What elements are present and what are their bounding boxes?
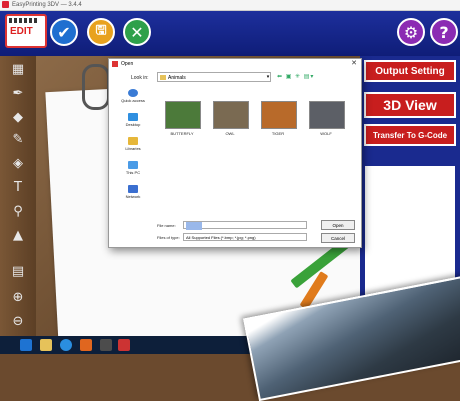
desktop-icon xyxy=(128,113,138,121)
zoom-out-icon[interactable]: ⊖ xyxy=(8,312,28,330)
output-setting-button[interactable]: Output Setting xyxy=(364,60,456,82)
start-icon[interactable] xyxy=(20,339,32,351)
dialog-icon xyxy=(112,61,118,67)
file-name: OWL xyxy=(225,131,235,136)
look-in-value: Animals xyxy=(168,75,186,81)
select-icon[interactable]: ▦ xyxy=(8,60,28,78)
folder-icon xyxy=(160,75,166,80)
file-name: BUTTERFLY xyxy=(170,131,194,136)
zoom-in-icon[interactable]: ⊕ xyxy=(8,288,28,306)
dialog-titlebar: Open ✕ xyxy=(109,59,361,69)
pen-icon[interactable]: ✒ xyxy=(8,84,28,102)
file-thumbnail[interactable] xyxy=(165,101,201,129)
close-icon: ✕ xyxy=(130,22,144,42)
file-thumbnail[interactable] xyxy=(261,101,297,129)
paper-clip xyxy=(82,64,110,110)
close-icon[interactable]: ✕ xyxy=(351,59,357,69)
look-in-label: Look in: xyxy=(131,75,149,81)
checkmark-icon: ✔ xyxy=(57,22,71,42)
star-icon xyxy=(128,89,138,97)
computer-icon xyxy=(128,161,138,169)
file-list: BUTTERFLY OWL TIGER WOLF xyxy=(157,85,355,205)
library-icon xyxy=(128,137,138,145)
transfer-gcode-button[interactable]: Transfer To G-Code xyxy=(364,124,456,146)
3d-view-button[interactable]: 3D View xyxy=(364,92,456,118)
cancel-dialog-button[interactable]: Cancel xyxy=(321,233,355,243)
place-libraries[interactable]: Libraries xyxy=(113,137,153,151)
navigation-icons[interactable]: ⬅ ▣ ✳ ▤▾ xyxy=(277,73,314,80)
open-file-dialog: Open ✕ Look in: Animals ▾ ⬅ ▣ ✳ ▤▾ Quick… xyxy=(108,58,362,248)
settings-button[interactable]: ⚙ xyxy=(397,18,425,46)
place-network[interactable]: Network xyxy=(113,185,153,199)
file-name: WOLF xyxy=(320,131,332,136)
edit-logo: EDIT xyxy=(5,14,47,48)
file-name: TIGER xyxy=(271,131,285,136)
cancel-button[interactable]: ✕ xyxy=(123,18,151,46)
file-type-dropdown[interactable]: All Supported Files (*.bmp; *.jpg; *.png… xyxy=(183,233,307,241)
app-icon xyxy=(2,1,9,8)
browser-icon[interactable] xyxy=(60,339,72,351)
explorer-icon[interactable] xyxy=(40,339,52,351)
eraser-icon[interactable]: ◆ xyxy=(8,108,28,126)
file-type-label: Files of type: xyxy=(157,235,180,240)
help-icon: ? xyxy=(439,22,449,42)
network-icon xyxy=(128,185,138,193)
open-button[interactable]: Open xyxy=(321,220,355,230)
selected-text: xxxxxx xyxy=(186,222,202,230)
gear-icon: ⚙ xyxy=(403,22,419,42)
help-button[interactable]: ? xyxy=(430,18,458,46)
app-icon[interactable] xyxy=(118,339,130,351)
app-icon[interactable] xyxy=(80,339,92,351)
places-bar: Quick access Desktop Libraries This PC N… xyxy=(113,85,153,205)
magnify-icon[interactable]: ⚲ xyxy=(8,202,28,220)
place-desktop[interactable]: Desktop xyxy=(113,113,153,127)
layers-icon[interactable]: ▤ xyxy=(8,262,28,280)
confirm-button[interactable]: ✔ xyxy=(50,18,78,46)
look-in-dropdown[interactable]: Animals xyxy=(157,72,271,82)
place-this-pc[interactable]: This PC xyxy=(113,161,153,175)
chevron-down-icon[interactable]: ▾ xyxy=(265,72,271,82)
brush-icon[interactable]: ✎ xyxy=(8,130,28,148)
file-thumbnail[interactable] xyxy=(213,101,249,129)
file-name-label: File name: xyxy=(157,223,176,228)
place-quick-access[interactable]: Quick access xyxy=(113,89,153,103)
left-toolbar: ▦ ✒ ◆ ✎ ◈ T ⚲ ▲ ▤ ⊕ ⊖ xyxy=(0,56,36,336)
window-titlebar: EasyPrinting 3DV — 3.4.4 xyxy=(0,0,460,11)
fill-icon[interactable]: ◈ xyxy=(8,154,28,172)
save-button[interactable]: 🖫 xyxy=(87,18,115,46)
stamp-icon[interactable]: ▲ xyxy=(8,226,28,244)
window-title: EasyPrinting 3DV — 3.4.4 xyxy=(12,2,82,8)
file-name-field[interactable]: xxxxxx xyxy=(183,221,307,230)
edit-logo-text: EDIT xyxy=(10,26,33,37)
text-icon[interactable]: T xyxy=(8,178,28,196)
file-thumbnail[interactable] xyxy=(309,101,345,129)
save-icon: 🖫 xyxy=(95,23,107,38)
clapper-stripe xyxy=(9,18,39,23)
app-icon[interactable] xyxy=(100,339,112,351)
dialog-title: Open xyxy=(121,61,134,67)
